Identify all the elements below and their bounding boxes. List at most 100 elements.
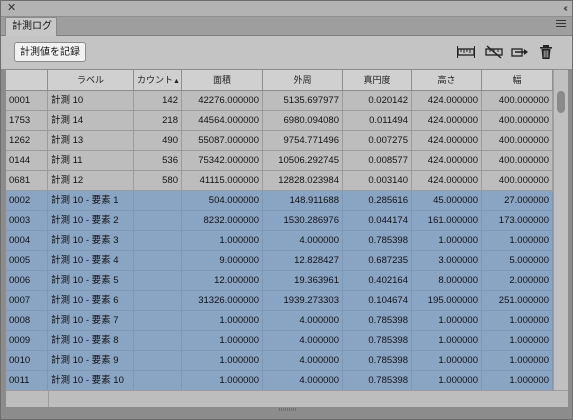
column-header-width[interactable]: 幅 <box>482 70 553 90</box>
column-header-count[interactable]: カウント▲ <box>134 70 182 90</box>
export-icon[interactable] <box>511 44 529 60</box>
cell-label: 計測 13 <box>48 131 134 150</box>
cell-area: 55087.000000 <box>182 131 263 150</box>
column-header-perimeter[interactable]: 外周 <box>263 70 343 90</box>
cell-width: 1.000000 <box>482 351 553 370</box>
cell-count <box>134 191 182 210</box>
cell-height: 3.000000 <box>412 251 482 270</box>
cell-count <box>134 291 182 310</box>
cell-label: 計測 11 <box>48 151 134 170</box>
cell-width: 400.000000 <box>482 131 553 150</box>
measurement-log-panel: ✕ ‹‹ 計測ログ 計測値を記録 ラベル カウント▲ 面積 外周 真円度 高さ … <box>0 0 573 420</box>
cell-width: 400.000000 <box>482 151 553 170</box>
table-row[interactable]: 0007 計測 10 - 要素 6 31326.000000 1939.273303 0… <box>6 291 553 311</box>
cell-circularity: 0.008577 <box>343 151 412 170</box>
cell-height: 8.000000 <box>412 271 482 290</box>
vertical-scrollbar[interactable] <box>553 70 568 390</box>
cell-height: 161.000000 <box>412 211 482 230</box>
cell-area: 1.000000 <box>182 351 263 370</box>
cell-id: 0002 <box>6 191 48 210</box>
cell-circularity: 0.011494 <box>343 111 412 130</box>
cell-circularity: 0.785398 <box>343 331 412 350</box>
tab-measurement-log[interactable]: 計測ログ <box>5 17 57 36</box>
close-icon[interactable]: ✕ <box>7 2 16 15</box>
table-row[interactable]: 0004 計測 10 - 要素 3 1.000000 4.000000 0.785398… <box>6 231 553 251</box>
table-footer-row <box>6 390 568 407</box>
cell-area: 31326.000000 <box>182 291 263 310</box>
cell-perimeter: 4.000000 <box>263 311 343 330</box>
cell-circularity: 0.785398 <box>343 351 412 370</box>
cell-circularity: 0.044174 <box>343 211 412 230</box>
cell-label: 計測 10 - 要素 3 <box>48 231 134 250</box>
cell-area: 1.000000 <box>182 331 263 350</box>
scrollbar-thumb[interactable] <box>557 91 565 113</box>
cell-perimeter: 19.363961 <box>263 271 343 290</box>
cell-id: 0005 <box>6 251 48 270</box>
record-measurements-button[interactable]: 計測値を記録 <box>14 42 86 62</box>
cell-area: 75342.000000 <box>182 151 263 170</box>
cell-width: 27.000000 <box>482 191 553 210</box>
panel-titlebar: ✕ ‹‹ <box>1 1 572 17</box>
cell-height: 1.000000 <box>412 351 482 370</box>
cell-perimeter: 12828.023984 <box>263 171 343 190</box>
resize-grip-icon[interactable] <box>279 408 297 411</box>
cell-area: 9.000000 <box>182 251 263 270</box>
table-row[interactable]: 0011 計測 10 - 要素 10 1.000000 4.000000 0.78539… <box>6 371 553 390</box>
cell-perimeter: 1530.286976 <box>263 211 343 230</box>
table-row[interactable]: 0005 計測 10 - 要素 4 9.000000 12.828427 0.68723… <box>6 251 553 271</box>
cell-width: 251.000000 <box>482 291 553 310</box>
cell-count <box>134 271 182 290</box>
table-row[interactable]: 0009 計測 10 - 要素 8 1.000000 4.000000 0.785398… <box>6 331 553 351</box>
column-header-label[interactable]: ラベル <box>48 70 134 90</box>
cell-count <box>134 351 182 370</box>
cell-label: 計測 10 - 要素 9 <box>48 351 134 370</box>
cell-label: 計測 10 - 要素 2 <box>48 211 134 230</box>
table-row[interactable]: 0144 計測 11 536 75342.000000 10506.292745 0.00… <box>6 151 553 171</box>
cell-area: 1.000000 <box>182 231 263 250</box>
cell-id: 0681 <box>6 171 48 190</box>
cell-label: 計測 10 - 要素 10 <box>48 371 134 390</box>
trash-icon[interactable] <box>538 44 556 60</box>
measurement-table: ラベル カウント▲ 面積 外周 真円度 高さ 幅 0001 計測 10 142 422… <box>6 70 568 390</box>
delete-scale-icon[interactable] <box>485 44 503 60</box>
table-row[interactable]: 0681 計測 12 580 41115.000000 12828.023984 0.00… <box>6 171 553 191</box>
cell-label: 計測 14 <box>48 111 134 130</box>
table-row[interactable]: 0002 計測 10 - 要素 1 504.000000 148.911688 0.28… <box>6 191 553 211</box>
column-header-id[interactable] <box>6 70 48 90</box>
table-row[interactable]: 0001 計測 10 142 42276.000000 5135.697977 0.020… <box>6 91 553 111</box>
cell-circularity: 0.785398 <box>343 311 412 330</box>
table-header-row: ラベル カウント▲ 面積 外周 真円度 高さ 幅 <box>6 70 553 91</box>
cell-id: 0007 <box>6 291 48 310</box>
column-header-height[interactable]: 高さ <box>412 70 482 90</box>
column-header-area[interactable]: 面積 <box>182 70 263 90</box>
table-row[interactable]: 0008 計測 10 - 要素 7 1.000000 4.000000 0.785398… <box>6 311 553 331</box>
cell-label: 計測 10 - 要素 1 <box>48 191 134 210</box>
cell-width: 400.000000 <box>482 171 553 190</box>
cell-area: 1.000000 <box>182 371 263 390</box>
cell-circularity: 0.285616 <box>343 191 412 210</box>
cell-height: 424.000000 <box>412 131 482 150</box>
table-row[interactable]: 1753 計測 14 218 44564.000000 6980.094080 0.011… <box>6 111 553 131</box>
table-row[interactable]: 0003 計測 10 - 要素 2 8232.000000 1530.286976 0.… <box>6 211 553 231</box>
panel-menu-icon[interactable] <box>556 20 566 30</box>
cell-count <box>134 371 182 390</box>
cell-count: 536 <box>134 151 182 170</box>
cell-area: 504.000000 <box>182 191 263 210</box>
table-row[interactable]: 0010 計測 10 - 要素 9 1.000000 4.000000 0.785398… <box>6 351 553 371</box>
cell-width: 173.000000 <box>482 211 553 230</box>
cell-perimeter: 6980.094080 <box>263 111 343 130</box>
cell-width: 1.000000 <box>482 311 553 330</box>
cell-area: 12.000000 <box>182 271 263 290</box>
cell-height: 424.000000 <box>412 111 482 130</box>
collapse-icon[interactable]: ‹‹ <box>563 2 567 15</box>
measure-scale-icon[interactable] <box>457 44 475 60</box>
cell-id: 0011 <box>6 371 48 390</box>
cell-height: 1.000000 <box>412 371 482 390</box>
cell-circularity: 0.687235 <box>343 251 412 270</box>
cell-height: 1.000000 <box>412 331 482 350</box>
table-row[interactable]: 1262 計測 13 490 55087.000000 9754.771496 0.007… <box>6 131 553 151</box>
cell-id: 0003 <box>6 211 48 230</box>
table-row[interactable]: 0006 計測 10 - 要素 5 12.000000 19.363961 0.4021… <box>6 271 553 291</box>
column-header-circularity[interactable]: 真円度 <box>343 70 412 90</box>
cell-id: 1262 <box>6 131 48 150</box>
